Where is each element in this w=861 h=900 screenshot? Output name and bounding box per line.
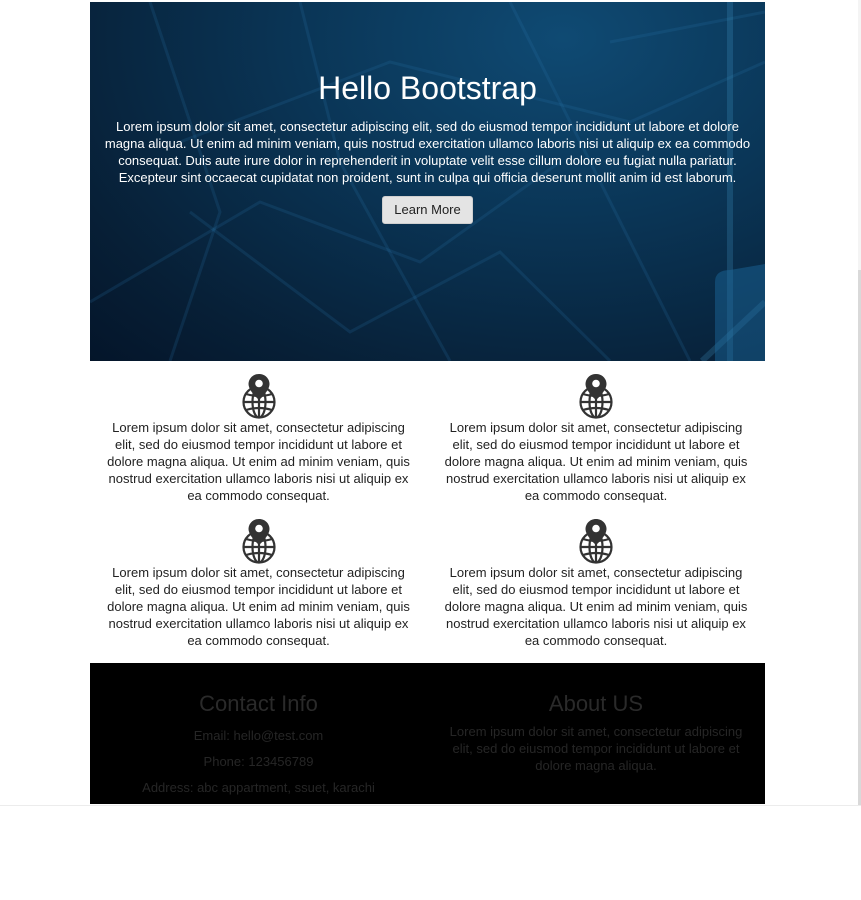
hero-title: Hello Bootstrap: [318, 70, 537, 106]
about-us-title: About US: [548, 691, 644, 716]
globe-location-icon: [241, 519, 276, 564]
feature-card: Lorem ipsum dolor sit amet, consectetur …: [90, 373, 427, 512]
about-us-text: Lorem ipsum dolor sit amet, consectetur …: [449, 724, 743, 773]
feature-card: Lorem ipsum dolor sit amet, consectetur …: [427, 373, 765, 512]
feature-card: Lorem ipsum dolor sit amet, consectetur …: [90, 518, 427, 657]
hero-banner: Hello Bootstrap Lorem ipsum dolor sit am…: [90, 2, 765, 361]
hero-description: Lorem ipsum dolor sit amet, consectetur …: [104, 119, 751, 185]
page-bottom-divider: [0, 805, 861, 806]
feature-text: Lorem ipsum dolor sit amet, consectetur …: [444, 420, 748, 503]
contact-email: Email: hello@test.com: [193, 728, 324, 743]
contact-phone: Phone: 123456789: [203, 754, 314, 769]
features-grid: Lorem ipsum dolor sit amet, consectetur …: [90, 361, 765, 663]
globe-location-icon: [579, 374, 613, 419]
feature-text: Lorem ipsum dolor sit amet, consectetur …: [107, 420, 410, 503]
feature-text: Lorem ipsum dolor sit amet, consectetur …: [107, 565, 410, 648]
globe-location-icon: [579, 519, 613, 564]
footer: Contact Info Email: hello@test.com Phone…: [90, 663, 765, 804]
globe-location-icon: [241, 374, 276, 419]
feature-text: Lorem ipsum dolor sit amet, consectetur …: [444, 565, 748, 648]
contact-info-section: Contact Info Email: hello@test.com Phone…: [90, 663, 427, 804]
page-container: Hello Bootstrap Lorem ipsum dolor sit am…: [90, 2, 765, 804]
feature-card: Lorem ipsum dolor sit amet, consectetur …: [427, 518, 765, 657]
about-us-section: About US Lorem ipsum dolor sit amet, con…: [427, 663, 765, 804]
learn-more-button[interactable]: Learn More: [382, 196, 473, 224]
contact-info-title: Contact Info: [199, 691, 318, 716]
contact-address: Address: abc appartment, ssuet, karachi: [142, 780, 375, 795]
